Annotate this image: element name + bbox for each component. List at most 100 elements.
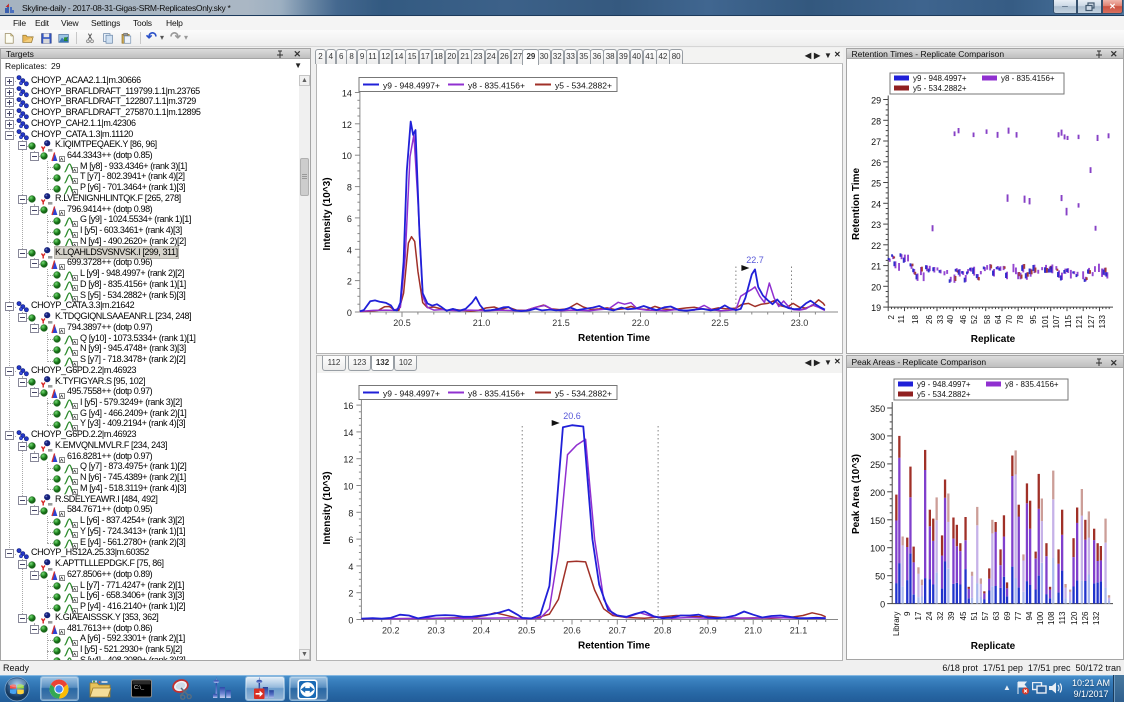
svg-text:101: 101 (1041, 314, 1050, 328)
svg-text:2: 2 (347, 276, 352, 286)
svg-text:16: 16 (343, 401, 353, 411)
svg-text:108: 108 (1047, 611, 1056, 625)
svg-text:Replicate: Replicate (970, 641, 1015, 652)
svg-text:14: 14 (343, 427, 353, 437)
svg-text:9: 9 (903, 611, 912, 616)
svg-text:64: 64 (994, 314, 1003, 323)
svg-text:52: 52 (970, 314, 979, 323)
svg-text:Retention Time: Retention Time (578, 333, 650, 344)
svg-text:21.5: 21.5 (552, 318, 570, 328)
svg-text:25: 25 (871, 178, 881, 188)
svg-text:200: 200 (870, 488, 885, 498)
svg-text:18: 18 (911, 314, 920, 323)
svg-text:20.7: 20.7 (609, 625, 627, 635)
svg-text:2: 2 (887, 314, 896, 319)
svg-text:33: 33 (936, 314, 945, 323)
svg-text:21: 21 (871, 261, 881, 271)
svg-text:y5 - 534.2882+: y5 - 534.2882+ (555, 388, 612, 398)
svg-text:115: 115 (1064, 314, 1073, 327)
svg-text:y8 - 835.4156+: y8 - 835.4156+ (468, 80, 525, 90)
svg-text:0: 0 (880, 600, 885, 610)
svg-text:17: 17 (914, 611, 923, 620)
svg-text:y9 - 948.4997+: y9 - 948.4997+ (917, 380, 971, 389)
svg-text:22: 22 (871, 240, 881, 250)
svg-text:40: 40 (946, 314, 955, 323)
svg-text:22.0: 22.0 (632, 318, 650, 328)
svg-text:300: 300 (870, 432, 885, 442)
svg-text:120: 120 (1070, 611, 1079, 625)
svg-text:y9 - 948.4997+: y9 - 948.4997+ (383, 80, 440, 90)
svg-text:126: 126 (1081, 611, 1090, 625)
svg-text:23.0: 23.0 (791, 318, 809, 328)
svg-text:20.2: 20.2 (382, 625, 400, 635)
svg-text:Intensity (10^3): Intensity (10^3) (322, 471, 333, 544)
svg-text:Library: Library (892, 612, 901, 636)
svg-text:2: 2 (348, 588, 353, 598)
svg-text:95: 95 (1029, 314, 1038, 323)
svg-text:20.9: 20.9 (699, 625, 717, 635)
svg-text:y8 - 835.4156+: y8 - 835.4156+ (468, 388, 525, 398)
svg-text:26: 26 (871, 157, 881, 167)
svg-text:63: 63 (992, 611, 1001, 620)
svg-text:20: 20 (871, 282, 881, 292)
svg-text:20.3: 20.3 (427, 625, 445, 635)
svg-text:14: 14 (342, 88, 352, 98)
svg-text:50: 50 (875, 572, 885, 582)
svg-text:250: 250 (870, 460, 885, 470)
svg-text:8: 8 (347, 182, 352, 192)
svg-text:69: 69 (1003, 611, 1012, 620)
svg-text:121: 121 (1075, 314, 1084, 328)
svg-text:y8 - 835.4156+: y8 - 835.4156+ (1005, 380, 1059, 389)
svg-text:4: 4 (348, 561, 353, 571)
svg-text:y9 - 948.4997+: y9 - 948.4997+ (913, 74, 967, 83)
svg-text:77: 77 (1014, 611, 1023, 620)
svg-text:Replicate: Replicate (970, 334, 1015, 345)
svg-text:12: 12 (342, 119, 352, 129)
svg-text:150: 150 (870, 516, 885, 526)
svg-text:39: 39 (947, 611, 956, 620)
svg-text:4: 4 (347, 245, 352, 255)
svg-text:100: 100 (870, 544, 885, 554)
svg-text:24: 24 (925, 611, 934, 620)
svg-text:29: 29 (871, 95, 881, 105)
svg-text:12: 12 (343, 454, 353, 464)
svg-text:10: 10 (343, 481, 353, 491)
svg-text:20.6: 20.6 (563, 625, 581, 635)
svg-text:46: 46 (959, 314, 968, 323)
svg-text:26: 26 (925, 314, 934, 323)
svg-text:20.5: 20.5 (518, 625, 536, 635)
svg-text:70: 70 (1005, 314, 1014, 323)
svg-text:y5 - 534.2882+: y5 - 534.2882+ (917, 390, 971, 399)
svg-text:20.5: 20.5 (393, 318, 411, 328)
svg-text:133: 133 (1098, 314, 1107, 328)
svg-text:20.6: 20.6 (563, 411, 581, 421)
svg-text:132: 132 (1092, 611, 1101, 625)
svg-text:y5 - 534.2882+: y5 - 534.2882+ (913, 84, 967, 93)
svg-text:350: 350 (870, 404, 885, 414)
svg-text:y9 - 948.4997+: y9 - 948.4997+ (383, 388, 440, 398)
svg-text:6: 6 (347, 213, 352, 223)
svg-text:10: 10 (342, 151, 352, 161)
svg-text:21.0: 21.0 (473, 318, 491, 328)
svg-text:19: 19 (871, 303, 881, 313)
svg-text:100: 100 (1036, 611, 1045, 625)
svg-text:21.1: 21.1 (790, 625, 808, 635)
svg-text:113: 113 (1058, 611, 1067, 624)
svg-text:24: 24 (871, 199, 881, 209)
svg-text:107: 107 (1052, 314, 1061, 328)
svg-text:21.0: 21.0 (744, 625, 762, 635)
svg-text:0: 0 (347, 308, 352, 318)
svg-text:y5 - 534.2882+: y5 - 534.2882+ (555, 80, 612, 90)
svg-text:Peak Area (10^3): Peak Area (10^3) (851, 454, 862, 534)
svg-text:0: 0 (348, 615, 353, 625)
svg-text:22.5: 22.5 (711, 318, 729, 328)
svg-text:58: 58 (983, 314, 992, 323)
svg-text:28: 28 (871, 116, 881, 126)
svg-text:127: 127 (1087, 314, 1096, 328)
svg-text:Retention Time: Retention Time (578, 640, 650, 651)
svg-text:20.4: 20.4 (473, 625, 491, 635)
svg-text:57: 57 (981, 611, 990, 620)
svg-text:11: 11 (897, 314, 906, 323)
svg-text:Intensity (10^3): Intensity (10^3) (322, 177, 333, 250)
svg-text:8: 8 (348, 508, 353, 518)
